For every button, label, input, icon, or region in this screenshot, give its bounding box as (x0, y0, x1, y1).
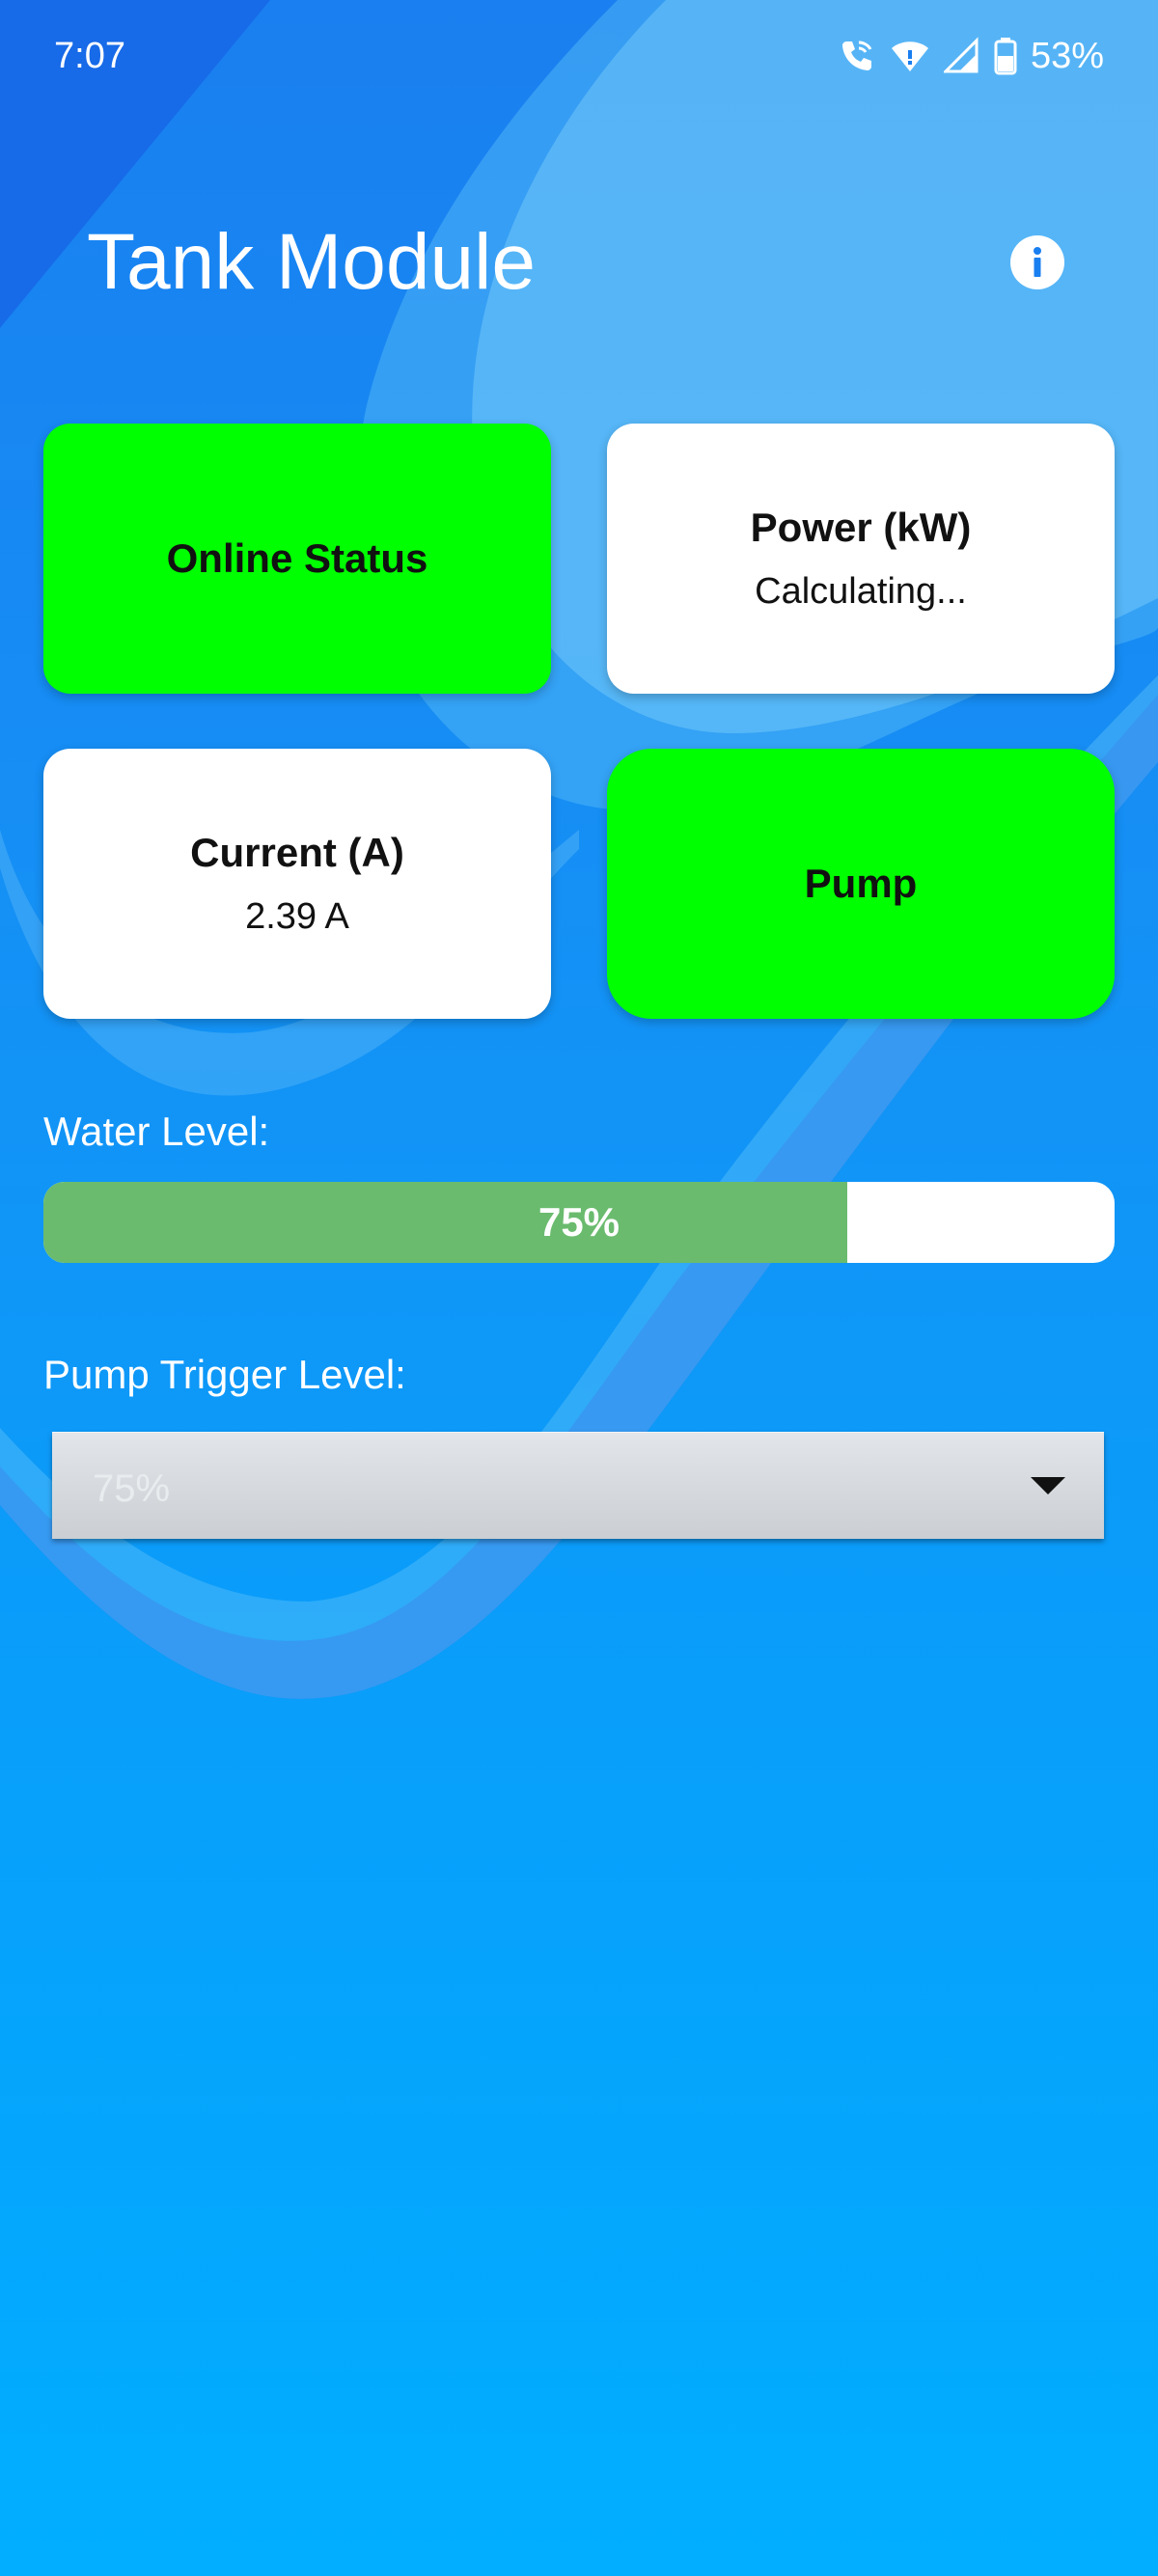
pump-button[interactable]: Pump (607, 749, 1115, 1019)
online-status-card: Online Status (43, 424, 551, 694)
pump-title: Pump (804, 861, 918, 906)
pump-trigger-dropdown[interactable]: 75% (52, 1432, 1104, 1539)
battery-percent: 53% (1030, 36, 1104, 76)
pump-trigger-label: Pump Trigger Level: (43, 1352, 406, 1397)
background-wallpaper (0, 0, 1158, 1699)
online-status-title: Online Status (166, 535, 428, 581)
water-level-percent: 75% (538, 1199, 620, 1245)
power-title: Power (kW) (750, 505, 972, 550)
current-card: Current (A) 2.39 A (43, 749, 551, 1019)
wifi-calling-icon (841, 41, 872, 70)
dropdown-arrow-icon[interactable] (1031, 1475, 1065, 1496)
status-time: 7:07 (54, 36, 125, 76)
signal-icon (943, 37, 979, 73)
water-level-label: Water Level: (43, 1109, 270, 1154)
info-icon[interactable] (1009, 234, 1065, 290)
page-title: Tank Module (87, 218, 536, 306)
pump-trigger-selected-value: 75% (93, 1467, 171, 1510)
status-icons: 53% (838, 33, 1104, 79)
status-bar: 7:07 53% (0, 0, 1158, 116)
current-title: Current (A) (190, 830, 404, 875)
current-value: 2.39 A (245, 896, 349, 937)
power-value: Calculating... (755, 571, 967, 612)
wifi-icon (891, 41, 928, 71)
water-level-progress-bar: 75% (43, 1182, 1115, 1263)
power-card: Power (kW) Calculating... (607, 424, 1115, 694)
battery-icon (994, 38, 1017, 75)
